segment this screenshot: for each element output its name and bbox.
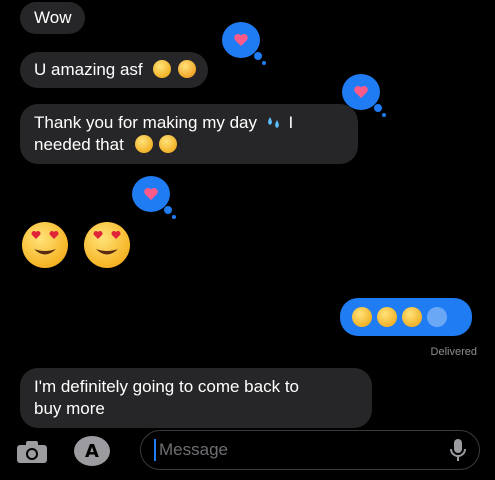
message-text: U amazing asf [34, 60, 143, 79]
heart-eyes-emoji-icon [178, 60, 197, 78]
weary-face-emoji-icon [153, 60, 172, 78]
message-text-line2: needed that [34, 135, 124, 154]
delivered-status: Delivered [430, 346, 477, 358]
emoji-icon [352, 307, 372, 327]
emoji-icon [377, 307, 397, 327]
app-store-icon[interactable]: A [74, 436, 110, 466]
heart-icon [144, 188, 158, 200]
message-bubble-wow[interactable]: Wow [20, 2, 86, 34]
heart-icon [234, 34, 248, 46]
message-bubble-definitely[interactable]: I'm definitely going to come back to buy… [20, 368, 372, 428]
message-bubble-amazing[interactable]: U amazing asf [20, 52, 209, 88]
heart-tapback[interactable] [132, 176, 176, 219]
emoji-icon [427, 307, 447, 327]
camera-icon[interactable] [16, 440, 48, 464]
heart-tapback[interactable] [222, 22, 266, 65]
heart-icon [354, 86, 368, 98]
laughing-crying-emoji-icon [134, 135, 153, 153]
compose-bar: A [0, 424, 495, 480]
message-text-line1-tail: I [288, 113, 294, 132]
message-text: Wow [34, 8, 72, 27]
heart-tapback[interactable] [342, 74, 386, 117]
text-cursor [154, 439, 156, 461]
microphone-icon[interactable] [450, 438, 466, 462]
message-text-line2: buy more [34, 399, 105, 418]
message-bubble-thank-you[interactable]: Thank you for making my day I needed tha… [20, 104, 358, 164]
message-text-line1: I'm definitely going to come back to [34, 377, 299, 396]
heart-eyes-emoji-icon [22, 222, 68, 268]
emoji-only-message[interactable] [22, 222, 142, 274]
outgoing-emoji-bubble[interactable] [340, 298, 472, 336]
message-text-line1: Thank you for making my day [34, 113, 257, 132]
imessage-conversation: Wow U amazing asf Thank you for making m… [0, 0, 495, 480]
heart-eyes-emoji-icon [84, 222, 130, 268]
message-input[interactable] [140, 430, 480, 470]
unamused-face-emoji-icon [159, 135, 178, 153]
sweat-droplets-emoji-icon [267, 117, 279, 128]
emoji-icon [402, 307, 422, 327]
